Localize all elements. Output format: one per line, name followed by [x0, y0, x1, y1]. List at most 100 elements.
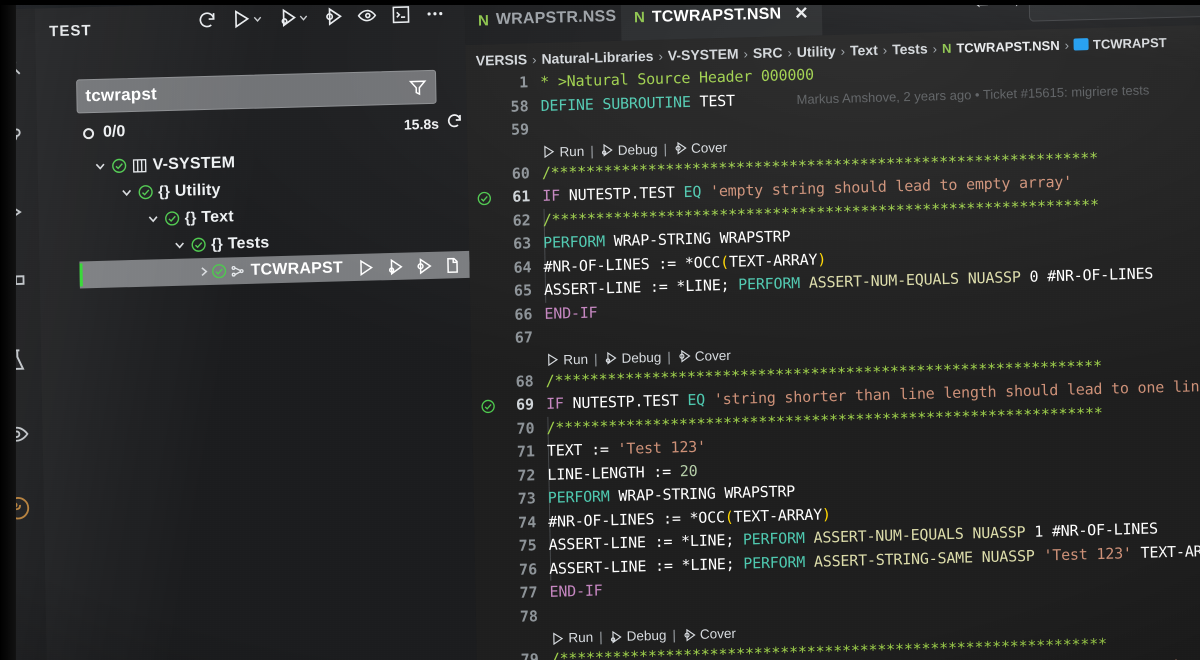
chevron-down-icon[interactable]: [171, 239, 187, 252]
coverage-test-icon[interactable]: [415, 256, 433, 274]
go-to-test-icon[interactable]: [444, 256, 462, 274]
debug-all-tests-button[interactable]: [277, 7, 309, 28]
breadcrumb-item[interactable]: Natural-Libraries: [541, 48, 653, 67]
watch-tests-icon[interactable]: [357, 5, 377, 26]
codelens-debug[interactable]: Debug: [627, 628, 667, 644]
chevron-down-icon[interactable]: [145, 212, 161, 225]
back-arrow-icon[interactable]: ←: [973, 0, 992, 14]
status-badge-passed: [108, 157, 130, 175]
run-debug-icon[interactable]: [0, 197, 28, 228]
git-graph-icon[interactable]: [3, 493, 34, 524]
codelens-debug[interactable]: Debug: [618, 141, 658, 157]
show-output-icon[interactable]: [391, 4, 411, 25]
codelens-run[interactable]: Run: [563, 351, 588, 367]
line-number: 61: [512, 187, 531, 206]
library-icon: [132, 157, 148, 173]
symbol-icon: [1073, 38, 1090, 51]
breadcrumb-separator: ›: [532, 51, 537, 67]
debug-codelens-icon[interactable]: [600, 143, 614, 157]
filter-icon[interactable]: [408, 78, 427, 98]
run-all-tests-button[interactable]: [231, 8, 263, 29]
breadcrumb-item[interactable]: Utility: [797, 43, 836, 60]
duration-group: 15.8s: [404, 112, 463, 136]
more-actions-icon[interactable]: [425, 3, 445, 24]
line-number: 64: [513, 257, 532, 277]
codelens-separator: |: [590, 143, 594, 159]
test-tree-label: Utility: [174, 181, 221, 200]
run-test-icon[interactable]: [357, 258, 375, 276]
chevron-down-icon[interactable]: [252, 13, 263, 24]
breadcrumb-item-file[interactable]: TCWRAPST.NSN: [956, 37, 1060, 55]
run-codelens-icon[interactable]: [541, 145, 555, 159]
debug-codelens-icon[interactable]: [609, 629, 623, 644]
line-number: 79: [520, 650, 539, 660]
breadcrumb-item-symbol[interactable]: TCWRAPST: [1093, 34, 1167, 51]
refresh-icon[interactable]: [446, 112, 463, 134]
status-badge-passed: [134, 183, 156, 201]
testing-flask-icon[interactable]: [0, 345, 30, 376]
codelens-run[interactable]: Run: [559, 143, 584, 159]
line-number: 1: [519, 73, 529, 92]
debug-test-icon[interactable]: [386, 257, 404, 275]
editor-group: N WRAPSTR.NSS N TCWRAPST.NSN ✕ ← → VERSI…: [464, 0, 1200, 660]
test-filter-input[interactable]: tcwrapst: [76, 69, 437, 114]
editor-overlay-box: [1028, 0, 1200, 22]
forward-arrow-icon[interactable]: →: [1004, 0, 1023, 13]
line-number: 76: [518, 559, 538, 579]
line-number: 60: [511, 163, 531, 183]
chevron-right-icon[interactable]: [198, 265, 211, 278]
breadcrumb-item[interactable]: SRC: [753, 44, 783, 61]
test-tree-label: TCWRAPST: [250, 258, 343, 279]
breadcrumb-item[interactable]: VERSIS: [476, 51, 528, 68]
run-codelens-icon[interactable]: [550, 631, 564, 645]
codelens-cover[interactable]: Cover: [691, 139, 727, 155]
run-coverage-icon[interactable]: [323, 6, 343, 27]
code-area[interactable]: 1 * >Natural Source Header 000000 58 DEFINE…: [466, 52, 1200, 660]
breadcrumb-separator: ›: [840, 43, 846, 59]
line-number: 71: [516, 442, 536, 461]
test-tree: V-SYSTEM {} Utility {} Text {} Tests TCW…: [77, 143, 491, 289]
tab-tcwrapst-nsn[interactable]: N TCWRAPST.NSN ✕: [620, 0, 822, 41]
codelens-separator: |: [593, 350, 598, 367]
run-codelens-icon[interactable]: [545, 353, 559, 367]
close-icon[interactable]: ✕: [794, 3, 809, 23]
eye-icon[interactable]: [1, 419, 32, 450]
codelens-debug[interactable]: Debug: [621, 349, 661, 365]
breadcrumb-symbol-group[interactable]: TCWRAPST: [1073, 34, 1167, 52]
breadcrumb-separator: ›: [932, 40, 938, 56]
codelens-cover[interactable]: Cover: [700, 626, 736, 642]
cover-codelens-icon[interactable]: [682, 627, 696, 642]
refresh-tests-icon[interactable]: [197, 10, 217, 31]
line-number: 77: [519, 583, 538, 602]
source-control-icon[interactable]: [0, 123, 26, 154]
codelens-run[interactable]: Run: [568, 630, 593, 646]
chevron-down-icon[interactable]: [298, 12, 309, 23]
cover-codelens-icon[interactable]: [677, 349, 691, 363]
editor-history-nav: ← →: [973, 0, 1023, 14]
vscode-window: Datei Bearbeiten Auswahl Anzeigen Gehe z…: [0, 0, 1200, 660]
codelens-cover[interactable]: Cover: [695, 347, 731, 363]
chevron-down-icon[interactable]: [92, 160, 108, 173]
code-text: END-IF: [544, 302, 598, 323]
breadcrumb-item[interactable]: V-SYSTEM: [668, 46, 739, 64]
breadcrumb-item[interactable]: Tests: [892, 40, 928, 57]
line-number: 68: [515, 371, 534, 391]
code-text: END-IF: [549, 581, 603, 601]
status-badge-passed: [160, 210, 182, 228]
search-icon[interactable]: [0, 49, 25, 80]
breadcrumb-item[interactable]: Text: [850, 42, 878, 59]
status-badge-passed: [210, 262, 227, 279]
test-tree-label: Tests: [227, 233, 270, 252]
cover-codelens-icon[interactable]: [673, 141, 687, 155]
line-number: 62: [512, 210, 531, 230]
tab-wrapstr-nss[interactable]: N WRAPSTR.NSS: [464, 0, 630, 45]
line-number: 67: [514, 328, 534, 347]
panel-title: TEST: [49, 21, 92, 40]
line-number: 75: [518, 536, 537, 555]
chevron-down-icon[interactable]: [118, 186, 134, 199]
test-tree-label: Text: [201, 207, 234, 226]
line-number: 73: [517, 489, 536, 508]
tab-label: WRAPSTR.NSS: [495, 7, 617, 29]
debug-codelens-icon[interactable]: [603, 351, 617, 365]
extensions-icon[interactable]: [0, 271, 29, 302]
